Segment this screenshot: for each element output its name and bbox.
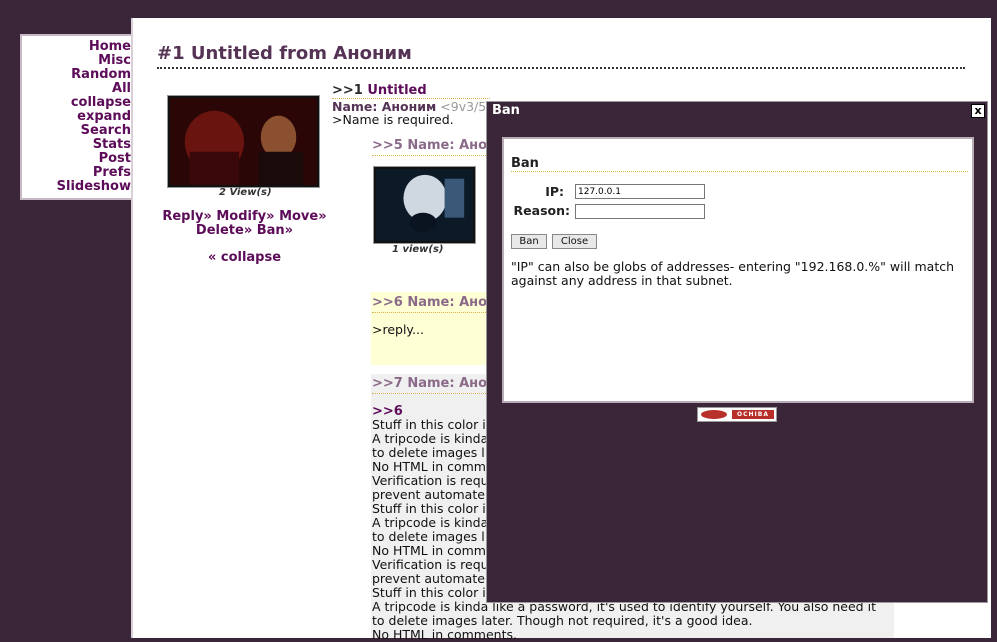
nav-all-link[interactable]: All bbox=[22, 82, 131, 96]
reply-7-body-line: No HTML in comme bbox=[372, 459, 494, 474]
reply-6-body: >reply... bbox=[372, 322, 424, 337]
nav-misc-link[interactable]: Misc bbox=[22, 54, 131, 68]
reply-7-divider bbox=[372, 393, 488, 394]
op-image-thumbnail[interactable] bbox=[167, 95, 320, 188]
ban-dialog: Ban x Ban IP: Reason: Ban Close "IP" can… bbox=[486, 101, 988, 603]
nav-post-link[interactable]: Post bbox=[22, 152, 131, 166]
reply-7-body-line: A tripcode is kinda bbox=[372, 515, 489, 530]
leaf-icon bbox=[701, 410, 727, 419]
reply-7-body-line: prevent automate bbox=[372, 571, 485, 586]
reply-6-divider bbox=[372, 312, 488, 313]
collapse-thread-link[interactable]: « collapse bbox=[157, 250, 332, 265]
nav-expand-link[interactable]: expand bbox=[22, 110, 131, 124]
thread-title: #1 Untitled from Аноним bbox=[157, 43, 412, 64]
nav-random-link[interactable]: Random bbox=[22, 68, 131, 82]
title-divider bbox=[157, 67, 965, 69]
ban-heading: Ban bbox=[511, 156, 539, 171]
op-body: >Name is required. bbox=[332, 112, 454, 127]
delete-link[interactable]: Delete» bbox=[196, 223, 252, 238]
ochiba-badge-text: OCHIBA bbox=[732, 410, 774, 419]
ip-label: IP: bbox=[545, 184, 564, 199]
heading-divider bbox=[511, 171, 968, 172]
nav-stats-link[interactable]: Stats bbox=[22, 138, 131, 152]
reply-7-body-line: Stuff in this color i bbox=[372, 501, 486, 516]
reply-7-body-line: No HTML in comme bbox=[372, 543, 494, 558]
op-view-count: 2 View(s) bbox=[219, 187, 272, 198]
nav-collapse-link[interactable]: collapse bbox=[22, 96, 131, 110]
reply-7-body-line: to delete images later. Though not requi… bbox=[372, 613, 753, 628]
op-image bbox=[170, 98, 317, 185]
reply-7-body-line: Verification is requ bbox=[372, 557, 489, 572]
reply-7-body-line: to delete images l bbox=[372, 529, 485, 544]
ban-link[interactable]: Ban» bbox=[257, 223, 293, 238]
reply-7-body-line: No HTML in comments. bbox=[372, 627, 517, 642]
reply-5-image bbox=[376, 169, 473, 241]
nav-slideshow-link[interactable]: Slideshow bbox=[22, 180, 131, 194]
dialog-titlebar[interactable]: Ban bbox=[487, 102, 987, 120]
reply-7-body-line: Verification is requ bbox=[372, 473, 489, 488]
move-link[interactable]: Move» bbox=[279, 209, 327, 224]
nav-search-link[interactable]: Search bbox=[22, 124, 131, 138]
reply-7-body-line: Stuff in this color i bbox=[372, 417, 486, 432]
close-button[interactable]: Close bbox=[552, 234, 597, 249]
ban-submit-button[interactable]: Ban bbox=[511, 234, 547, 249]
reply-link[interactable]: Reply» bbox=[162, 209, 211, 224]
ip-field[interactable] bbox=[575, 184, 705, 199]
op-post-header: >>1 Untitled bbox=[332, 83, 427, 98]
ochiba-logo[interactable]: OCHIBA bbox=[697, 407, 777, 422]
dialog-title: Ban bbox=[492, 103, 520, 118]
op-post-subject: Untitled bbox=[367, 83, 427, 98]
nav-prefs-link[interactable]: Prefs bbox=[22, 166, 131, 180]
reason-field[interactable] bbox=[575, 204, 705, 219]
reply-5-image-thumbnail[interactable] bbox=[373, 166, 476, 244]
reply-5-view-count: 1 view(s) bbox=[392, 244, 444, 255]
reply-7-body-line: to delete images l bbox=[372, 445, 485, 460]
reply-7-body-line: A tripcode is kinda l bbox=[372, 431, 496, 446]
close-icon[interactable]: x bbox=[971, 104, 985, 118]
reply-5-divider bbox=[372, 155, 488, 156]
reason-label: Reason: bbox=[513, 203, 570, 218]
reply-7-body-line: Stuff in this color i bbox=[372, 585, 486, 600]
reply-7-body-line: prevent automate bbox=[372, 487, 485, 502]
op-post-number[interactable]: >>1 bbox=[332, 83, 363, 98]
side-navigation: Home Misc Random All collapse expand Sea… bbox=[20, 34, 131, 200]
post-actions: Reply» Modify» Move» Delete» Ban» bbox=[157, 210, 332, 238]
dialog-content: Ban IP: Reason: Ban Close "IP" can also … bbox=[502, 137, 974, 403]
modify-link[interactable]: Modify» bbox=[216, 209, 274, 224]
nav-home-link[interactable]: Home bbox=[22, 40, 131, 54]
ban-help-text: "IP" can also be globs of addresses- ent… bbox=[511, 259, 955, 288]
